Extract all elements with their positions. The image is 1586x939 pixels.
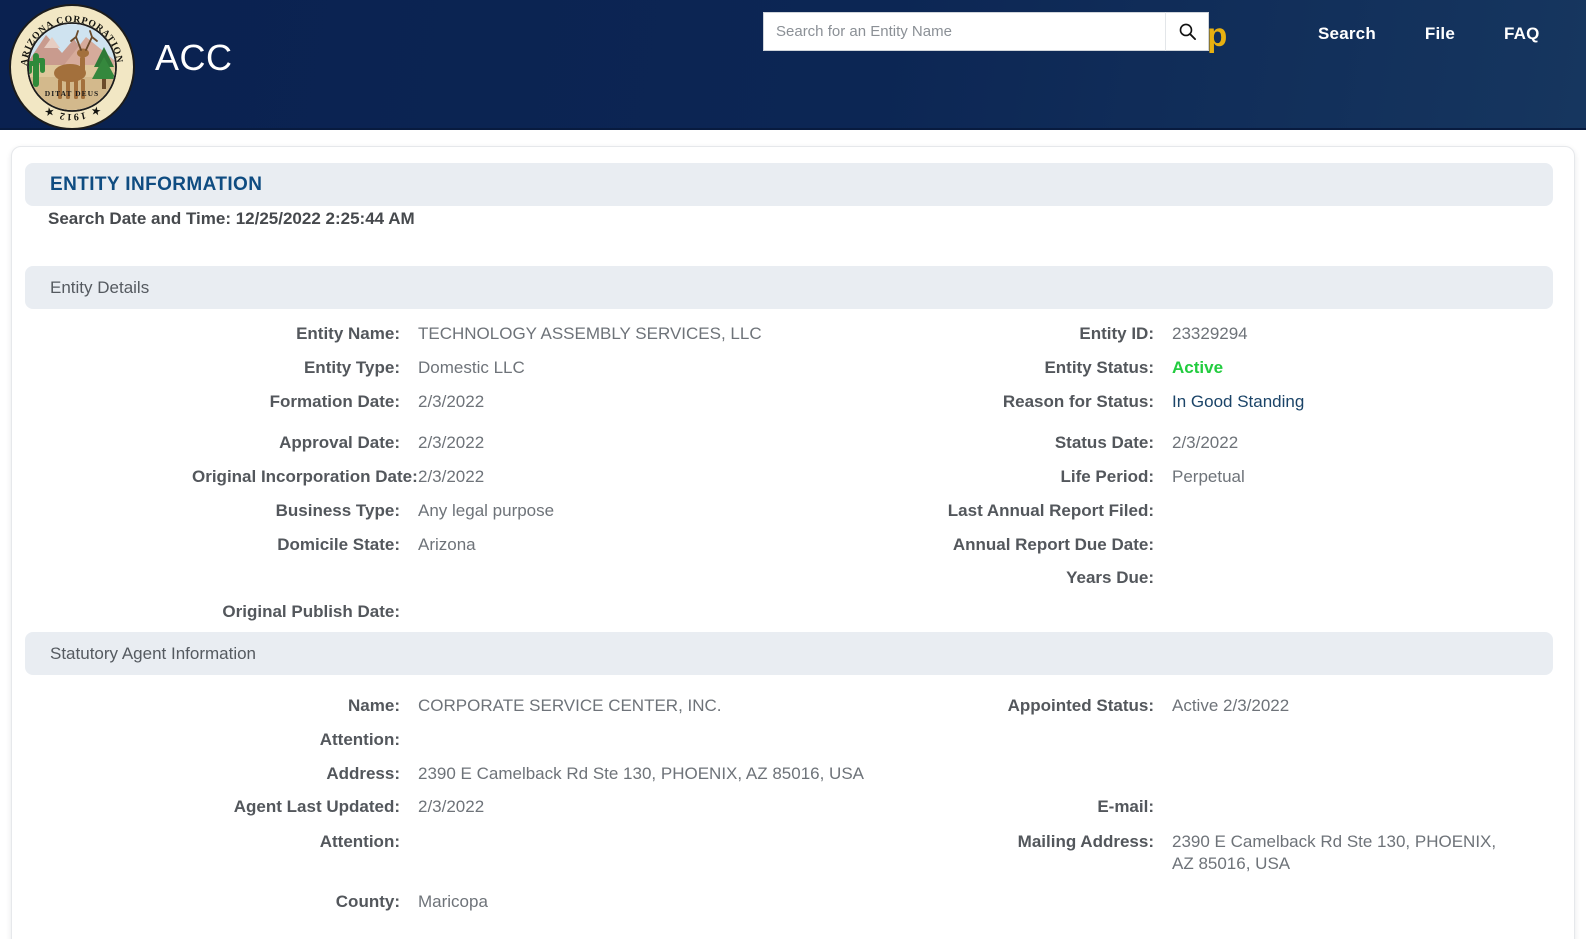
page-title: ENTITY INFORMATION bbox=[50, 173, 263, 195]
label-entity-id: Entity ID: bbox=[1079, 324, 1154, 343]
label-years-due: Years Due: bbox=[1066, 568, 1154, 587]
label-original-publish-date: Original Publish Date: bbox=[222, 602, 400, 621]
value-reason-for-status[interactable]: In Good Standing bbox=[1154, 391, 1304, 413]
label-status-date: Status Date: bbox=[1054, 433, 1154, 452]
value-agent-mailing-address: 2390 E Camelback Rd Ste 130, PHOENIX, AZ… bbox=[1172, 832, 1497, 873]
value-appointed-status: Active 2/3/2022 bbox=[1172, 696, 1290, 715]
field-life-period: Life Period: Perpetual bbox=[942, 466, 1245, 488]
nav-link-file[interactable]: File bbox=[1425, 24, 1455, 44]
label-agent-email: E-mail: bbox=[1097, 797, 1154, 816]
search-date-time: Search Date and Time: 12/25/2022 2:25:44… bbox=[48, 209, 415, 228]
field-entity-type: Entity Type: Domestic LLC bbox=[192, 357, 525, 379]
value-agent-name: CORPORATE SERVICE CENTER, INC. bbox=[418, 696, 722, 715]
value-life-period: Perpetual bbox=[1172, 467, 1245, 486]
nav-link-search[interactable]: Search bbox=[1318, 24, 1376, 44]
seal-icon: DITAT DEUS SEAL OF THE ARIZONA CORPORATI… bbox=[8, 3, 135, 130]
value-entity-name: TECHNOLOGY ASSEMBLY SERVICES, LLC bbox=[418, 324, 762, 343]
value-approval-date: 2/3/2022 bbox=[418, 433, 485, 452]
section-title-statutory-agent: Statutory Agent Information bbox=[50, 643, 257, 663]
search-submit-button[interactable] bbox=[1165, 12, 1209, 51]
field-years-due: Years Due: bbox=[942, 567, 1172, 589]
field-agent-address: Address: 2390 E Camelback Rd Ste 130, PH… bbox=[192, 763, 864, 785]
value-agent-county: Maricopa bbox=[418, 892, 488, 911]
field-entity-id: Entity ID: 23329294 bbox=[942, 323, 1248, 345]
label-agent-mailing-address: Mailing Address: bbox=[1017, 832, 1154, 851]
entity-information-header-band: ENTITY INFORMATION bbox=[25, 163, 1553, 206]
field-agent-name: Name: CORPORATE SERVICE CENTER, INC. bbox=[192, 695, 722, 717]
field-formation-date: Formation Date: 2/3/2022 bbox=[192, 391, 485, 413]
label-agent-attention-2: Attention: bbox=[319, 832, 400, 851]
value-agent-last-updated: 2/3/2022 bbox=[418, 797, 485, 816]
value-agent-address: 2390 E Camelback Rd Ste 130, PHOENIX, AZ… bbox=[418, 764, 865, 783]
search-input[interactable] bbox=[763, 12, 1165, 51]
site-header: DITAT DEUS SEAL OF THE ARIZONA CORPORATI… bbox=[0, 0, 1586, 130]
entity-search-group[interactable] bbox=[763, 12, 1209, 51]
field-last-annual-report-filed: Last Annual Report Filed: bbox=[942, 500, 1172, 522]
arizona-corporation-commission-seal-logo[interactable]: DITAT DEUS SEAL OF THE ARIZONA CORPORATI… bbox=[8, 3, 136, 131]
label-life-period: Life Period: bbox=[1060, 467, 1154, 486]
value-domicile-state: Arizona bbox=[418, 535, 476, 554]
field-entity-name: Entity Name: TECHNOLOGY ASSEMBLY SERVICE… bbox=[192, 323, 762, 345]
field-agent-email: E-mail: bbox=[942, 796, 1172, 818]
label-domicile-state: Domicile State: bbox=[277, 535, 400, 554]
agency-abbreviation: ACC bbox=[155, 37, 233, 78]
label-formation-date: Formation Date: bbox=[269, 392, 400, 411]
field-annual-report-due-date: Annual Report Due Date: bbox=[942, 534, 1172, 556]
label-original-incorporation-date: Original Incorporation Date: bbox=[192, 467, 418, 486]
label-entity-name: Entity Name: bbox=[296, 324, 400, 343]
field-approval-date: Approval Date: 2/3/2022 bbox=[192, 432, 484, 454]
label-entity-type: Entity Type: bbox=[303, 358, 400, 377]
label-agent-address: Address: bbox=[326, 764, 400, 783]
value-original-incorporation-date: 2/3/2022 bbox=[418, 467, 485, 486]
field-status-date: Status Date: 2/3/2022 bbox=[942, 432, 1238, 454]
field-domicile-state: Domicile State: Arizona bbox=[192, 534, 476, 556]
value-entity-type: Domestic LLC bbox=[418, 358, 525, 377]
field-reason-for-status: Reason for Status: In Good Standing bbox=[942, 391, 1304, 413]
label-reason-for-status: Reason for Status: bbox=[1002, 392, 1154, 411]
label-annual-report-due-date: Annual Report Due Date: bbox=[952, 535, 1154, 554]
field-original-incorporation-date: Original Incorporation Date: 2/3/2022 bbox=[192, 466, 484, 488]
value-entity-id: 23329294 bbox=[1172, 324, 1248, 343]
nav-link-faq[interactable]: FAQ bbox=[1504, 24, 1540, 44]
section-title-entity-details: Entity Details bbox=[50, 277, 150, 297]
svg-text:DITAT DEUS: DITAT DEUS bbox=[45, 89, 99, 98]
entity-information-card: ENTITY INFORMATION Search Date and Time:… bbox=[11, 146, 1575, 939]
main-navigation[interactable]: Search File FAQ bbox=[1318, 24, 1540, 44]
field-agent-last-updated: Agent Last Updated: 2/3/2022 bbox=[192, 796, 484, 818]
field-entity-status: Entity Status: Active bbox=[942, 357, 1223, 379]
field-agent-mailing-address: Mailing Address: 2390 E Camelback Rd Ste… bbox=[942, 831, 1512, 875]
page-body: ENTITY INFORMATION Search Date and Time:… bbox=[0, 130, 1586, 939]
field-appointed-status: Appointed Status: Active 2/3/2022 bbox=[942, 695, 1290, 717]
field-original-publish-date: Original Publish Date: bbox=[192, 601, 418, 623]
field-agent-attention-2: Attention: bbox=[192, 831, 418, 853]
label-entity-status: Entity Status: bbox=[1044, 358, 1154, 377]
label-last-annual-report-filed: Last Annual Report Filed: bbox=[947, 501, 1154, 520]
field-business-type: Business Type: Any legal purpose bbox=[192, 500, 554, 522]
field-agent-attention-1: Attention: bbox=[192, 729, 418, 751]
status-badge-entity-status: Active bbox=[1172, 358, 1224, 377]
value-business-type: Any legal purpose bbox=[418, 501, 555, 520]
label-business-type: Business Type: bbox=[275, 501, 400, 520]
label-agent-name: Name: bbox=[348, 696, 400, 715]
label-agent-last-updated: Agent Last Updated: bbox=[233, 797, 400, 816]
value-status-date: 2/3/2022 bbox=[1172, 433, 1239, 452]
section-header-statutory-agent: Statutory Agent Information bbox=[25, 632, 1553, 675]
label-agent-attention-1: Attention: bbox=[319, 730, 400, 749]
section-header-entity-details: Entity Details bbox=[25, 266, 1553, 309]
label-approval-date: Approval Date: bbox=[279, 433, 400, 452]
label-appointed-status: Appointed Status: bbox=[1007, 696, 1154, 715]
value-formation-date: 2/3/2022 bbox=[418, 392, 485, 411]
field-agent-county: County: Maricopa bbox=[192, 891, 488, 913]
label-agent-county: County: bbox=[335, 892, 400, 911]
search-icon bbox=[1179, 23, 1196, 41]
